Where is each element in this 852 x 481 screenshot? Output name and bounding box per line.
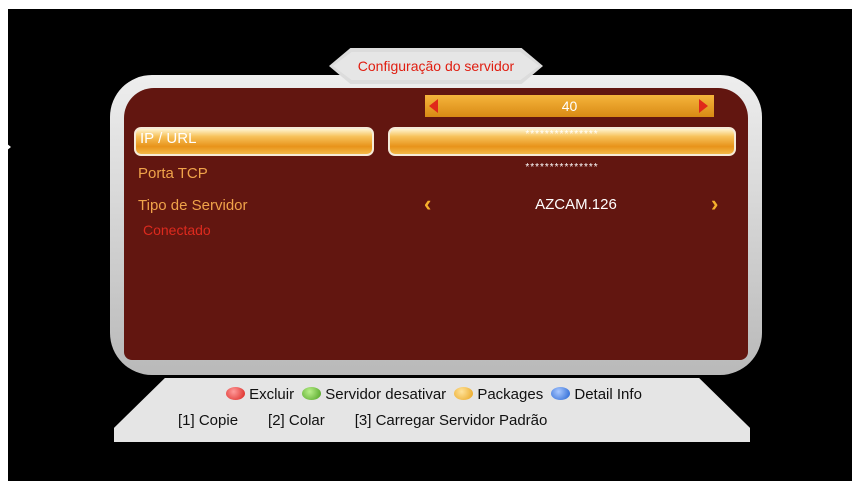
ip-url-label: IP / URL [140, 130, 197, 147]
ip-url-value: *************** [525, 129, 599, 140]
tcp-port-value[interactable]: *************** [388, 162, 736, 173]
key-hint-paste: [2] Colar [268, 412, 325, 429]
dialog-title: Configuração do servidor [357, 58, 515, 74]
mouse-cursor-icon [6, 143, 11, 151]
color-key-legend: Excluir Servidor desativar Packages Deta… [114, 386, 750, 403]
legend-red-label: Excluir [249, 386, 295, 403]
server-type-value[interactable]: AZCAM.126 [440, 196, 712, 213]
yellow-button-icon [454, 387, 474, 400]
key-hint-copy: [1] Copie [178, 412, 239, 429]
green-button-icon [302, 387, 322, 400]
server-type-label[interactable]: Tipo de Servidor [138, 197, 248, 214]
chevron-left-icon[interactable]: ‹ [424, 191, 431, 217]
legend-yellow-label: Packages [477, 386, 544, 403]
chevron-right-icon[interactable]: › [711, 191, 718, 217]
key-hint-load-default: [3] Carregar Servidor Padrão [354, 412, 548, 429]
connection-status: Conectado [143, 222, 211, 238]
number-key-hints: [1] Copie [2] Colar [3] Carregar Servidor … [178, 412, 577, 429]
legend-blue-label: Detail Info [574, 386, 642, 403]
legend-green-label: Servidor desativar [325, 386, 447, 403]
blue-button-icon [551, 387, 571, 400]
tcp-port-label[interactable]: Porta TCP [138, 165, 208, 182]
red-button-icon [226, 387, 246, 400]
server-number-value: 40 [561, 98, 578, 114]
